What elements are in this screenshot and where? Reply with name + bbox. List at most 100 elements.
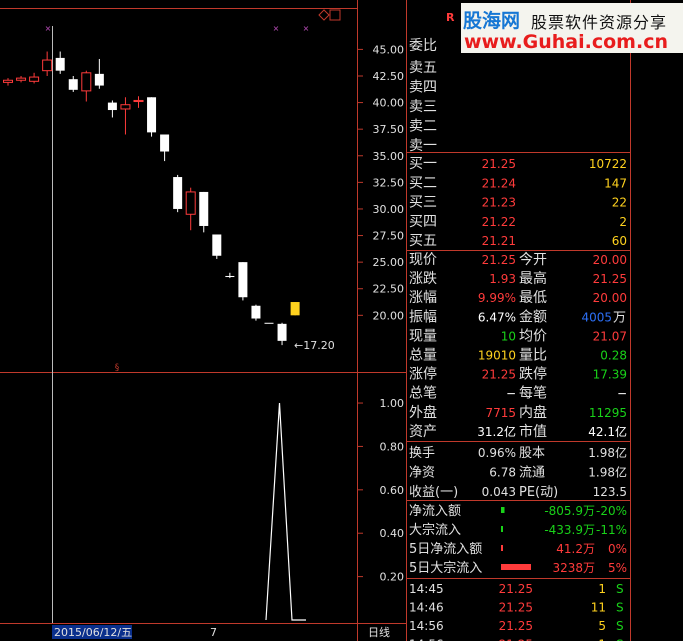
indicator-line — [265, 402, 306, 621]
watermark-tagline: 股票软件资源分享 — [531, 13, 668, 32]
tick-volume: 1 — [598, 638, 606, 641]
candle-body — [212, 234, 222, 256]
candle — [42, 51, 53, 76]
indicator-chart[interactable]: 1.00 0.80 0.60 0.40 0.20 — [265, 397, 405, 621]
fund-flow-pct: -20% — [596, 504, 627, 518]
candle-body — [238, 262, 248, 298]
tick-price: 21.25 — [499, 619, 533, 633]
candle-body — [290, 302, 300, 316]
tick-side: S — [616, 619, 624, 633]
stat-label: 资产 — [409, 424, 437, 440]
candle-body — [160, 134, 170, 152]
y-tick-label: 0.80 — [380, 440, 405, 453]
candle — [120, 97, 131, 135]
ask-label: 卖四 — [409, 80, 437, 96]
fund-flow-bar — [501, 526, 503, 532]
stat-label: 总笔 — [409, 386, 437, 402]
fund-flow-label: 大宗流入 — [409, 522, 461, 538]
finance-value: 1.98亿 — [588, 465, 627, 480]
y-tick-label: 45.00 — [373, 43, 405, 56]
stat-label: 内盘 — [519, 404, 547, 421]
candle — [147, 97, 157, 137]
fund-flow-amount: 3238万 — [552, 561, 595, 575]
ask-label: 卖三 — [409, 99, 437, 115]
candle — [212, 234, 222, 259]
y-tick-label: 20.00 — [373, 309, 405, 322]
candle-body — [3, 79, 13, 83]
bid-price: 21.22 — [482, 215, 516, 229]
tick-price: 21.25 — [499, 582, 533, 596]
candle — [264, 322, 274, 324]
candlestick-chart[interactable]: 45.00 42.50 40.00 37.50 35.00 32.50 30.00 27.50… — [3, 24, 405, 373]
candle — [94, 58, 104, 89]
x-axis-date-label: 2015/06/12/五 — [54, 626, 132, 639]
candle — [55, 51, 65, 74]
candle-body — [42, 59, 53, 72]
y-tick-label: 22.50 — [373, 283, 405, 296]
y-tick-label: 1.00 — [380, 397, 405, 410]
stat-value: − — [617, 387, 627, 401]
stat-label: 量比 — [519, 348, 547, 364]
y-tick-label: 40.00 — [373, 97, 405, 110]
candle — [173, 174, 183, 213]
low-price-annotation: ←17.20 — [294, 339, 335, 352]
stat-value: − — [506, 387, 516, 401]
ask-label: 卖一 — [409, 138, 437, 154]
candle — [185, 187, 196, 231]
candle — [68, 75, 78, 92]
stat-label: 涨停 — [409, 366, 437, 383]
candle-body — [173, 177, 183, 209]
stat-label: 外盘 — [409, 404, 437, 421]
stat-value: 19010 — [478, 349, 516, 363]
candle-body — [199, 191, 209, 226]
candle — [251, 304, 261, 321]
candle — [160, 134, 170, 162]
candle-body — [16, 77, 27, 81]
candle — [277, 322, 287, 346]
ask-label: 卖二 — [409, 119, 437, 135]
date-axis-bar: 2015/06/12/五 7 日线 — [52, 625, 390, 639]
candle — [133, 96, 144, 108]
stat-label: 涨跌 — [409, 271, 437, 287]
bid-price: 21.25 — [482, 157, 516, 171]
candle-body — [94, 73, 104, 86]
stat-label: 今开 — [519, 252, 547, 268]
tick-side: S — [616, 582, 624, 596]
bid-price: 21.23 — [482, 196, 516, 210]
event-marker-icon: × — [45, 24, 52, 33]
candle-body — [277, 323, 287, 341]
fund-flow-label: 净流入额 — [409, 504, 461, 519]
diamond-icon — [318, 9, 330, 21]
ask-label: 卖五 — [409, 60, 437, 76]
quote-panel: 委比卖五卖四卖三卖二卖一买一 21.25 10722 买二 21.24 147 买三 21.2… — [409, 38, 627, 641]
candle-body — [120, 104, 131, 110]
stat-label: 跌停 — [519, 366, 547, 383]
stat-label: 均价 — [519, 328, 547, 344]
split-marker-icon: § — [115, 363, 120, 373]
stat-label: 现价 — [409, 252, 437, 268]
period-label: 日线 — [368, 625, 390, 639]
stat-value: 21.25 — [482, 253, 516, 267]
watermark-logo: 股海网 股票软件资源分享 www.Guhai.com.cn — [461, 3, 683, 53]
y-tick-label: 32.50 — [373, 176, 405, 189]
candle-body — [55, 57, 65, 71]
candle-body — [68, 79, 78, 90]
stat-value: 21.07 — [593, 329, 627, 343]
candle — [3, 78, 13, 86]
candle-body — [264, 322, 274, 324]
y-tick-label: 35.00 — [373, 150, 405, 163]
stat-value: 1.93 — [489, 272, 516, 286]
candle-body — [225, 275, 235, 278]
y-tick-label: 25.00 — [373, 256, 405, 269]
event-marker-icon: × — [303, 24, 310, 33]
finance-label: 流通 — [519, 466, 545, 481]
stat-value: 21.25 — [593, 272, 627, 286]
candle-body — [185, 191, 196, 215]
y-tick-label: 30.00 — [373, 203, 405, 216]
stat-value: 6.47% — [478, 310, 516, 324]
finance-value: 1.98亿 — [588, 445, 627, 460]
restore-icon — [329, 9, 341, 21]
stat-label: 每笔 — [519, 386, 547, 402]
tick-side: S — [616, 638, 624, 641]
stat-label: 振幅 — [409, 309, 437, 325]
